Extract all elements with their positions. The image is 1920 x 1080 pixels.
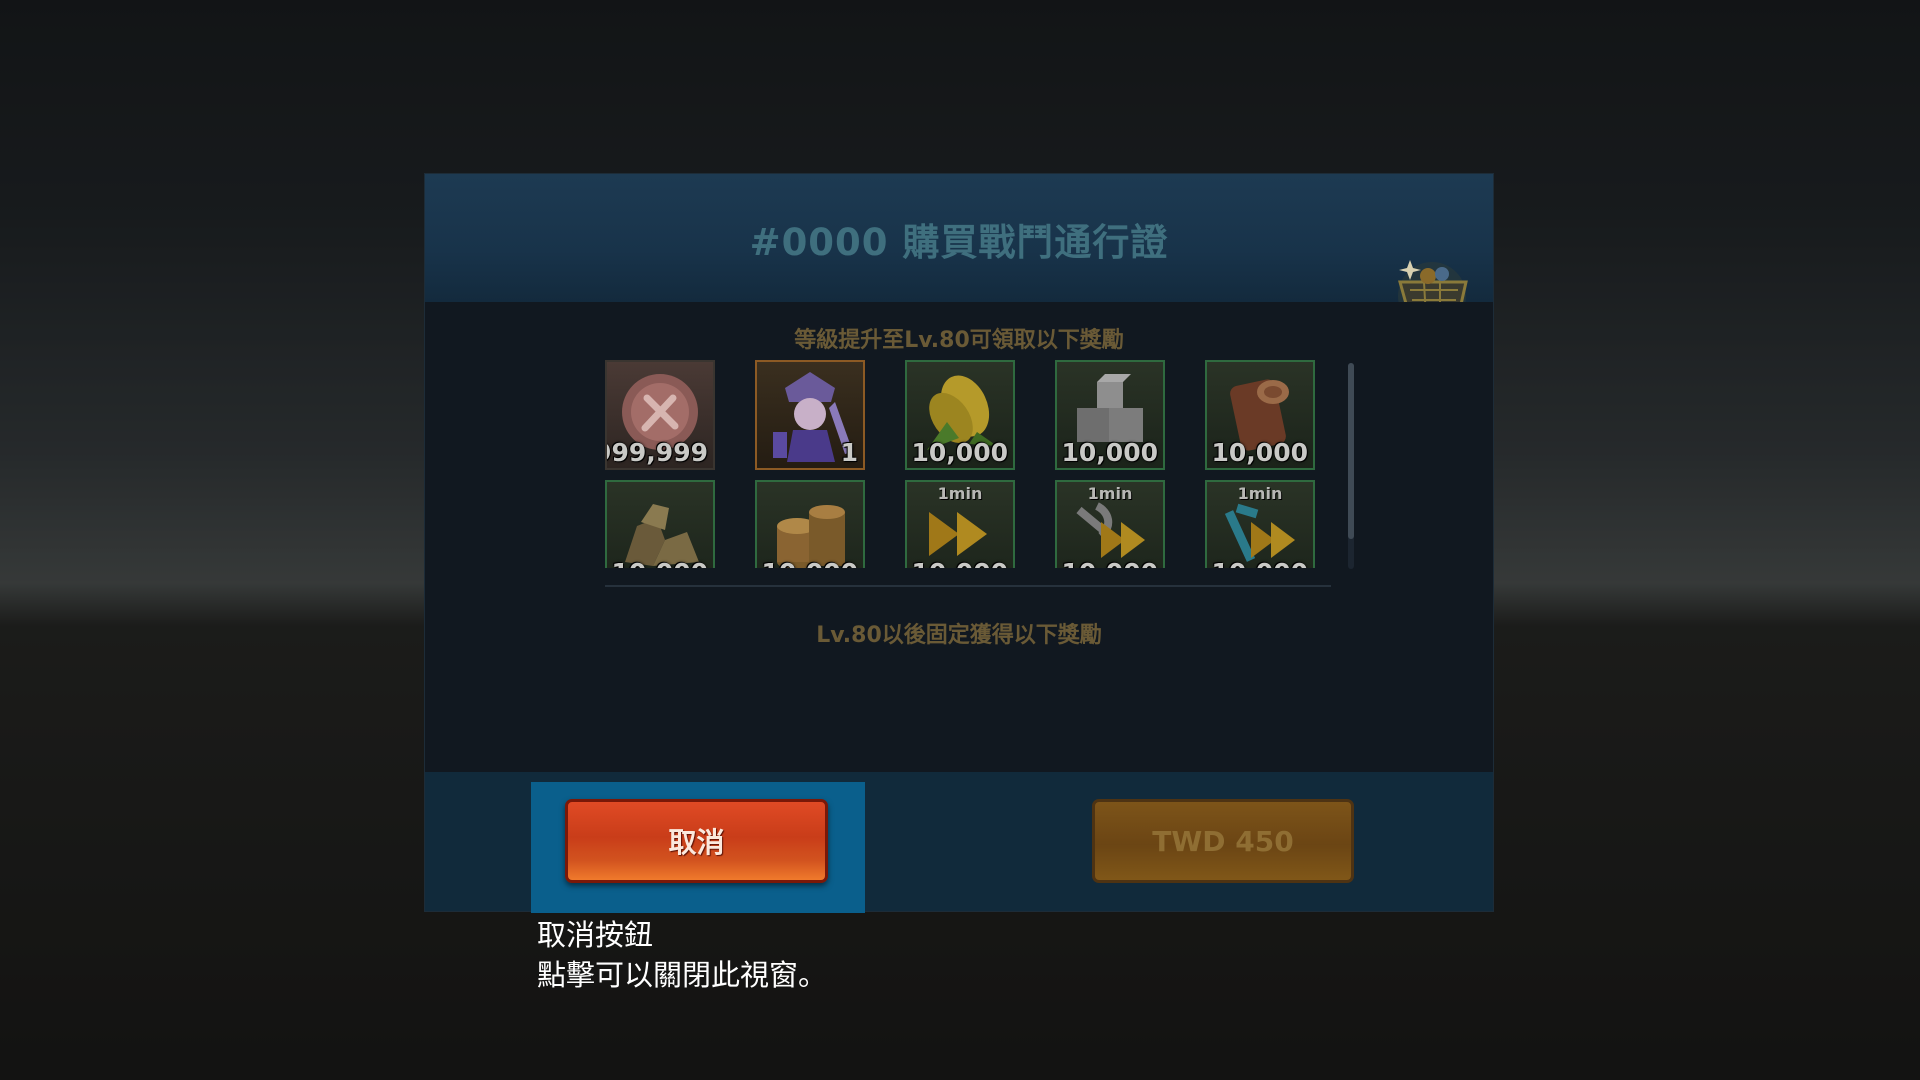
scrollbar-thumb[interactable] xyxy=(1348,363,1354,539)
battle-pass-purchase-dialog: #0000 購買戰鬥通行證 等級提升至Lv.80可領取以下獎勵 999,999 1… xyxy=(425,174,1493,913)
level-reward-tile[interactable]: 1min 10,000 xyxy=(1205,480,1315,568)
reward-quantity: 10,000 xyxy=(1211,438,1308,467)
level-reward-tile[interactable]: 10,000 xyxy=(1055,360,1165,470)
reward-quantity: 10,000 xyxy=(911,438,1008,467)
dialog-footer: 取消 TWD 450 xyxy=(425,772,1493,913)
level-reward-tile[interactable]: 10,000 xyxy=(905,360,1015,470)
dialog-header: #0000 購買戰鬥通行證 xyxy=(425,174,1493,302)
fixed-rewards-label: Lv.80以後固定獲得以下獎勵 xyxy=(816,623,1102,648)
reward-quantity: 10,000 xyxy=(612,558,708,568)
dialog-title: #0000 購買戰鬥通行證 xyxy=(749,221,1169,264)
cancel-button[interactable]: 取消 xyxy=(565,799,828,883)
ore-rocks-icon xyxy=(625,504,699,566)
level-reward-tile[interactable]: 10,000 xyxy=(605,480,715,568)
duration-tag: 1min xyxy=(1087,484,1133,503)
reward-quantity: 10,000 xyxy=(912,558,1008,568)
level-reward-tile[interactable]: 1min 10,000 xyxy=(1055,480,1165,568)
duration-tag: 1min xyxy=(937,484,983,503)
reward-quantity: 1 xyxy=(840,438,858,467)
tutorial-tooltip: 取消按鈕 點擊可以關閉此視窗。 xyxy=(537,915,827,995)
purchase-price-button[interactable]: TWD 450 xyxy=(1092,799,1354,883)
tooltip-description: 點擊可以關閉此視窗。 xyxy=(537,958,828,992)
section-divider xyxy=(605,585,1331,587)
level-reward-tile[interactable]: 10,000 xyxy=(1205,360,1315,470)
tooltip-title: 取消按鈕 xyxy=(537,918,654,952)
level-rewards-scroll-area[interactable]: 999,999110,00010,00010,00010,00010,0001m… xyxy=(605,360,1331,568)
level-reward-tile[interactable]: 1 xyxy=(755,360,865,470)
level-reward-tile[interactable]: 999,999 xyxy=(605,360,715,470)
reward-quantity: 10,000 xyxy=(762,558,858,568)
level-reward-tile[interactable]: 10,000 xyxy=(755,480,865,568)
reward-quantity: 10,000 xyxy=(1212,558,1308,568)
duration-tag: 1min xyxy=(1237,484,1283,503)
reward-quantity: 10,000 xyxy=(1062,558,1158,568)
level-reward-tile[interactable]: 1min 10,000 xyxy=(905,480,1015,568)
reward-quantity: 999,999 xyxy=(605,438,708,467)
level-rewards-grid: 999,999110,00010,00010,00010,00010,0001m… xyxy=(605,360,1315,568)
dialog-body: 等級提升至Lv.80可領取以下獎勵 999,999 1 10,000 10,000 10… xyxy=(425,302,1493,887)
level-rewards-label: 等級提升至Lv.80可領取以下獎勵 xyxy=(794,328,1124,353)
reward-quantity: 10,000 xyxy=(1061,438,1158,467)
rewards-scrollbar[interactable] xyxy=(1348,363,1354,569)
gold-coins-stack-icon xyxy=(777,505,845,568)
